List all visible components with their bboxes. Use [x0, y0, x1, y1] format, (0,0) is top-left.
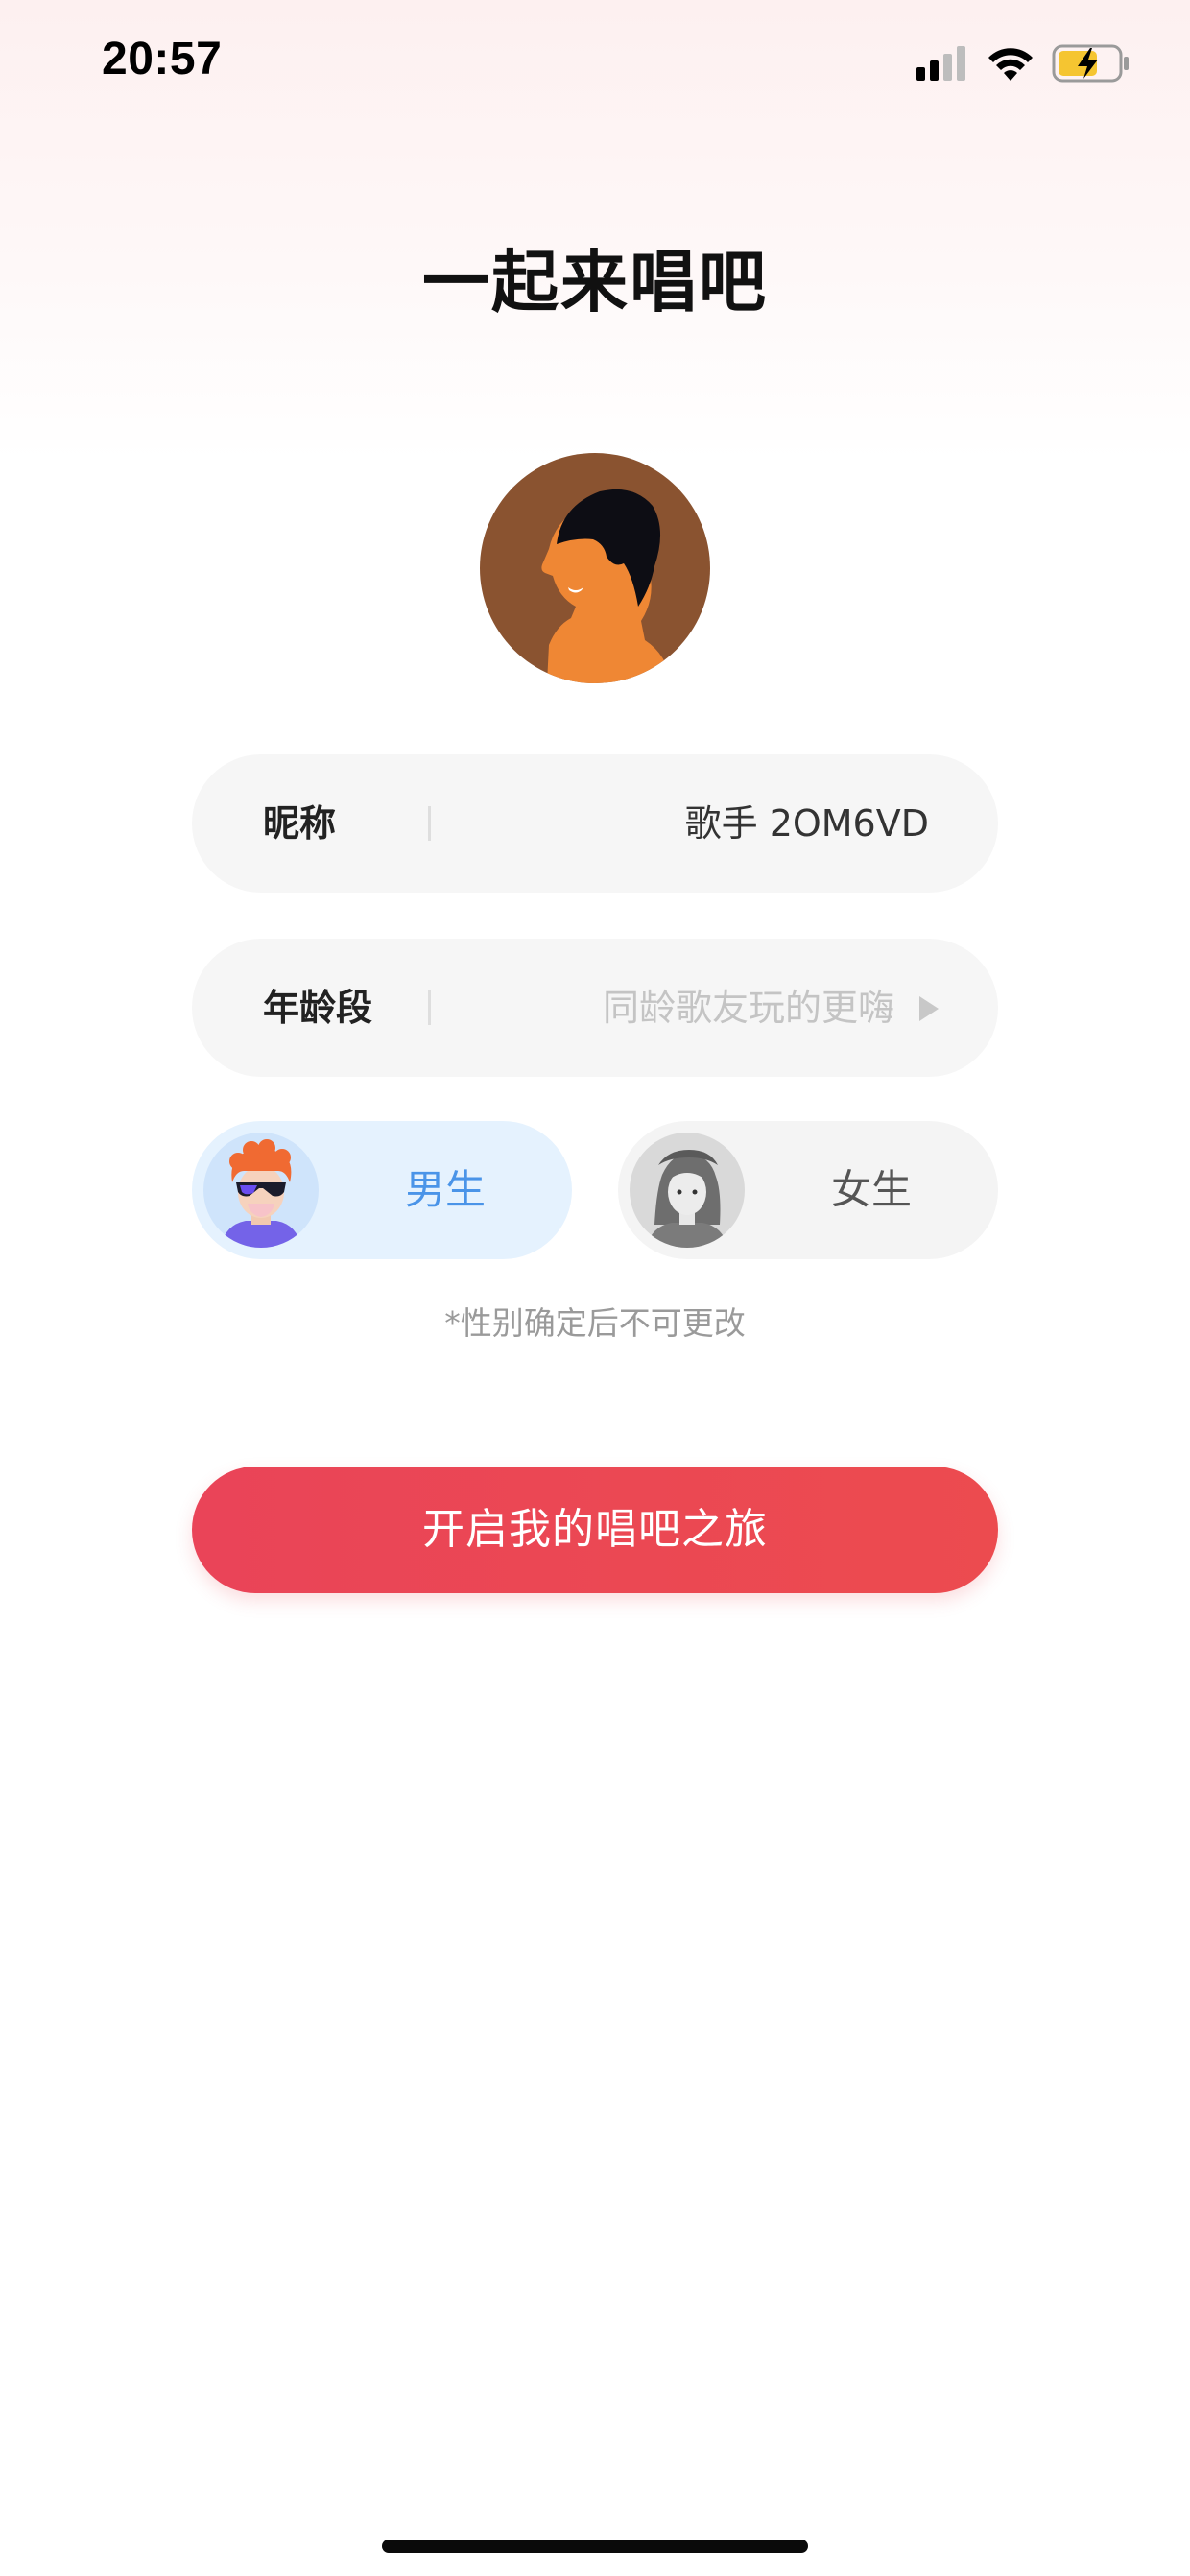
profile-avatar[interactable] [480, 453, 710, 683]
gender-male-option[interactable]: 男生 [192, 1121, 572, 1259]
age-group-field[interactable]: 年龄段 同龄歌友玩的更嗨 [192, 939, 998, 1077]
nickname-value[interactable]: 歌手 2OM6VD [685, 754, 929, 893]
wifi-icon [988, 48, 1033, 81]
male-avatar-icon [203, 1133, 319, 1248]
gender-female-label: 女生 [830, 1166, 912, 1213]
field-divider [428, 990, 431, 1025]
age-group-placeholder: 同龄歌友玩的更嗨 [602, 987, 894, 1029]
start-journey-label: 开启我的唱吧之旅 [422, 1505, 768, 1554]
start-journey-button[interactable]: 开启我的唱吧之旅 [192, 1467, 998, 1593]
profile-avatar-icon [480, 453, 710, 683]
status-time: 20:57 [102, 34, 223, 84]
nickname-label: 昵称 [263, 802, 337, 845]
gender-female-option[interactable]: 女生 [618, 1121, 998, 1259]
gender-male-label: 男生 [404, 1166, 486, 1213]
battery-charging-icon [1052, 44, 1129, 83]
cellular-signal-icon [916, 46, 965, 81]
field-divider [428, 806, 431, 841]
female-avatar [630, 1133, 745, 1248]
nickname-field[interactable]: 昵称 歌手 2OM6VD [192, 754, 998, 893]
play-arrow-icon [919, 996, 939, 1021]
male-avatar [203, 1133, 319, 1248]
gender-note: *性别确定后不可更改 [444, 1304, 746, 1342]
female-avatar-icon [630, 1133, 745, 1248]
page-title: 一起来唱吧 [422, 243, 768, 322]
home-indicator[interactable] [382, 2540, 808, 2553]
status-bar: 20:57 [0, 0, 1190, 134]
age-group-label: 年龄段 [263, 987, 373, 1029]
